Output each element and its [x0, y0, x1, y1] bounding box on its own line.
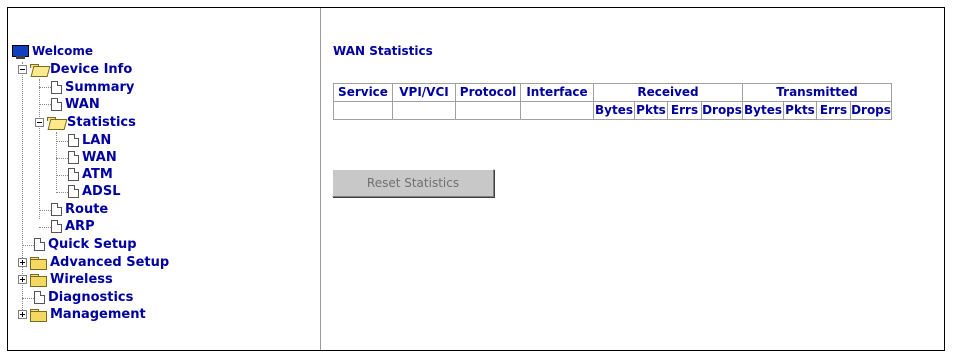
subheader-tx-errs: Errs	[816, 101, 851, 120]
expand-icon[interactable]	[18, 310, 27, 319]
document-icon	[51, 98, 62, 111]
folder-icon	[30, 308, 47, 322]
table-header-row: Service VPI/VCI Protocol Interface Recei…	[333, 83, 892, 102]
page-title: WAN Statistics	[333, 44, 433, 58]
subheader-rx-pkts: Pkts	[634, 101, 668, 120]
tree-item-diagnostics[interactable]: Diagnostics	[34, 289, 133, 306]
tree-item-summary[interactable]: Summary	[51, 79, 134, 96]
tree-label: Management	[50, 307, 146, 322]
header-interface: Interface	[520, 83, 594, 102]
subheader-tx-pkts: Pkts	[783, 101, 817, 120]
document-icon	[51, 220, 62, 233]
folder-icon	[30, 256, 47, 270]
table-cell	[392, 101, 456, 120]
subheader-tx-drops: Drops	[850, 101, 892, 120]
document-icon	[68, 168, 79, 181]
tree-label: ARP	[65, 219, 95, 234]
tree-label: Wireless	[50, 272, 113, 287]
tree-item-arp[interactable]: ARP	[51, 218, 95, 235]
subheader-rx-bytes: Bytes	[593, 101, 635, 120]
document-icon	[34, 291, 45, 304]
table-cell	[520, 101, 594, 120]
header-protocol: Protocol	[455, 83, 521, 102]
tree-label: Route	[65, 202, 109, 217]
document-icon	[51, 81, 62, 94]
wan-stats-table: Service VPI/VCI Protocol Interface Recei…	[333, 83, 892, 120]
tree-label: Welcome	[32, 44, 94, 58]
tree-label: Statistics	[67, 115, 136, 130]
tree-label: Diagnostics	[48, 290, 134, 305]
document-icon	[68, 151, 79, 164]
tree-item-device-info[interactable]: Device Info	[18, 61, 132, 78]
tree-label: WAN	[65, 97, 100, 112]
tree-item-quick-setup[interactable]: Quick Setup	[34, 236, 137, 253]
table-cell	[455, 101, 521, 120]
tree-item-stat-adsl[interactable]: ADSL	[68, 183, 121, 200]
subheader-rx-drops: Drops	[701, 101, 743, 120]
tree-item-stat-wan[interactable]: WAN	[68, 149, 117, 166]
table-cell	[333, 101, 393, 120]
subheader-rx-errs: Errs	[667, 101, 702, 120]
tree-item-wireless[interactable]: Wireless	[18, 271, 113, 288]
tree-label: ATM	[82, 167, 113, 182]
tree-item-welcome[interactable]: Welcome	[12, 43, 93, 60]
tree-label: Device Info	[50, 62, 133, 77]
document-icon	[34, 238, 45, 251]
collapse-icon[interactable]	[35, 118, 44, 127]
reset-statistics-button[interactable]: Reset Statistics	[332, 169, 494, 197]
header-vpi-vci: VPI/VCI	[392, 83, 456, 102]
expand-icon[interactable]	[18, 275, 27, 284]
tree-label: Summary	[65, 80, 135, 95]
collapse-icon[interactable]	[18, 65, 27, 74]
tree-item-advanced-setup[interactable]: Advanced Setup	[18, 254, 169, 271]
tree-label: WAN	[82, 150, 117, 165]
table-subheader-row: Bytes Pkts Errs Drops Bytes Pkts Errs Dr…	[333, 101, 892, 120]
subheader-tx-bytes: Bytes	[742, 101, 784, 120]
page-frame: Welcome Device Info Summary WAN Statisti…	[7, 7, 945, 351]
tree-item-route[interactable]: Route	[51, 201, 108, 218]
document-icon	[68, 134, 79, 147]
folder-icon	[30, 273, 47, 287]
frame-divider	[320, 8, 321, 350]
tree-item-wan[interactable]: WAN	[51, 96, 100, 113]
tree-label: LAN	[82, 133, 112, 148]
header-transmitted: Transmitted	[742, 83, 892, 102]
document-icon	[51, 203, 62, 216]
header-service: Service	[333, 83, 393, 102]
tree-label: ADSL	[82, 184, 121, 199]
tree-item-statistics[interactable]: Statistics	[35, 114, 136, 131]
computer-icon	[12, 44, 29, 59]
header-received: Received	[593, 83, 743, 102]
tree-label: Quick Setup	[48, 237, 137, 252]
tree-item-stat-lan[interactable]: LAN	[68, 132, 111, 149]
expand-icon[interactable]	[18, 258, 27, 267]
folder-open-icon	[30, 63, 47, 76]
tree-item-stat-atm[interactable]: ATM	[68, 166, 113, 183]
document-icon	[68, 185, 79, 198]
tree-label: Advanced Setup	[50, 255, 170, 270]
tree-item-management[interactable]: Management	[18, 306, 146, 323]
folder-open-icon	[47, 116, 64, 129]
